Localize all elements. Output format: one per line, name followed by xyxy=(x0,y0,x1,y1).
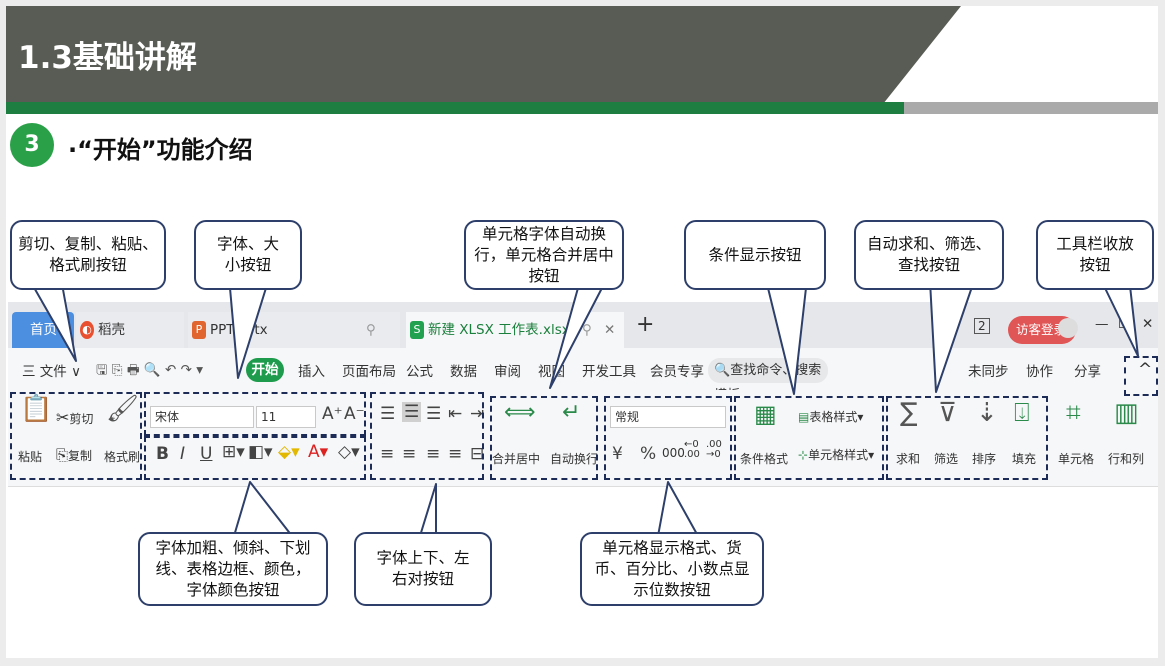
cell-icon[interactable]: ⌗ xyxy=(1066,398,1081,429)
merge-wrap-group-outline xyxy=(490,396,598,480)
docer-icon: ◐ xyxy=(80,321,94,339)
tab-ppt-label: PPT.pptx xyxy=(210,322,268,338)
wps-tab-bar: 首页 ◐ 稻壳 P PPT.pptx ⚲ S 新建 XLSX 工作表.xlsx … xyxy=(8,302,1158,348)
menu-start[interactable]: 开始 xyxy=(246,358,284,382)
font-name-group-outline xyxy=(144,392,366,436)
font-style-group-outline xyxy=(144,436,366,480)
file-menu[interactable]: 三 文件 ∨ xyxy=(22,360,81,380)
collapse-button-outline xyxy=(1124,356,1158,396)
number-format-group-outline xyxy=(604,396,732,480)
menu-formula[interactable]: 公式 xyxy=(406,360,433,380)
callout-sum-filter: 自动求和、筛选、查找按钮 xyxy=(854,220,1004,290)
sync-status[interactable]: 未同步 xyxy=(968,360,1009,380)
file-menu-label: 三 文件 xyxy=(22,364,67,380)
callout-font-style: 字体加粗、倾斜、下划线、表格边框、颜色，字体颜色按钮 xyxy=(138,532,328,606)
callout-wrap-merge: 单元格字体自动换行，单元格合并居中按钮 xyxy=(464,220,624,290)
new-tab-button[interactable]: + xyxy=(636,312,654,337)
cell-button[interactable]: 单元格 xyxy=(1058,450,1094,467)
ppt-icon: P xyxy=(192,321,206,339)
callout-number-format: 单元格显示格式、货币、百分比、小数点显示位数按钮 xyxy=(580,532,764,606)
search-icon: 🔍 xyxy=(714,363,731,378)
header-green-bar xyxy=(6,102,904,114)
section-number-badge: 3 xyxy=(10,123,54,167)
collaborate-button[interactable]: 协作 xyxy=(1026,360,1053,380)
callout-collapse: 工具栏收放按钮 xyxy=(1036,220,1154,290)
maximize-button[interactable]: ☐ xyxy=(1118,316,1130,332)
menu-insert[interactable]: 插入 xyxy=(298,360,325,380)
menu-review[interactable]: 审阅 xyxy=(494,360,521,380)
callout-clipboard: 剪切、复制、粘贴、格式刷按钮 xyxy=(10,220,166,290)
alignment-group-outline xyxy=(370,392,484,480)
conditional-group-outline xyxy=(734,396,884,480)
clipboard-group-outline xyxy=(10,392,142,480)
xlsx-icon: S xyxy=(410,321,424,339)
tab-home[interactable]: 首页 xyxy=(12,312,74,348)
close-tab-icon[interactable]: ✕ xyxy=(604,312,615,348)
window-count-icon[interactable]: 2 xyxy=(974,318,990,334)
menu-page-layout[interactable]: 页面布局 xyxy=(342,360,396,380)
row-col-icon[interactable]: ▥ xyxy=(1114,398,1139,428)
callout-conditional: 条件显示按钮 xyxy=(684,220,826,290)
tab-xlsx-label: 新建 XLSX 工作表.xlsx xyxy=(428,322,570,338)
sum-filter-group-outline xyxy=(886,396,1048,480)
wps-menu-bar: 三 文件 ∨ 🖫 ⎘ 🖶 🔍 ↶ ↷ ▾ 开始 插入 页面布局 公式 数据 审阅… xyxy=(8,348,1158,403)
avatar[interactable] xyxy=(1058,318,1078,338)
page-title: 1.3基础讲解 xyxy=(18,40,197,76)
menu-developer[interactable]: 开发工具 xyxy=(582,360,636,380)
tab-ppt[interactable]: P PPT.pptx ⚲ xyxy=(188,312,400,348)
tab-docer-label: 稻壳 xyxy=(98,322,125,338)
search-input[interactable]: 🔍查找命令、搜索模板 xyxy=(708,358,828,403)
tab-docer[interactable]: ◐ 稻壳 xyxy=(76,312,184,348)
menu-data[interactable]: 数据 xyxy=(450,360,477,380)
menu-member[interactable]: 会员专享 xyxy=(650,360,704,380)
slide: 1.3基础讲解 3 ·“开始”功能介绍 首页 ◐ 稻壳 P PPT.pptx ⚲… xyxy=(6,6,1158,658)
pin-icon[interactable]: ⚲ xyxy=(582,312,592,348)
section-title: ·“开始”功能介绍 xyxy=(68,136,253,164)
share-button[interactable]: 分享 xyxy=(1074,360,1101,380)
quick-access-icons[interactable]: 🖫 ⎘ 🖶 🔍 ↶ ↷ ▾ xyxy=(96,360,203,383)
callout-align: 字体上下、左右对按钮 xyxy=(354,532,492,606)
header-gray-bar xyxy=(904,102,1158,114)
callout-font-size: 字体、大小按钮 xyxy=(194,220,302,290)
row-col-button[interactable]: 行和列 xyxy=(1108,450,1144,467)
menu-view[interactable]: 视图 xyxy=(538,360,565,380)
close-window-button[interactable]: ✕ xyxy=(1142,316,1153,332)
tab-xlsx[interactable]: S 新建 XLSX 工作表.xlsx ⚲ ✕ xyxy=(406,312,624,348)
minimize-button[interactable]: — xyxy=(1095,316,1109,332)
pin-icon[interactable]: ⚲ xyxy=(366,312,376,348)
